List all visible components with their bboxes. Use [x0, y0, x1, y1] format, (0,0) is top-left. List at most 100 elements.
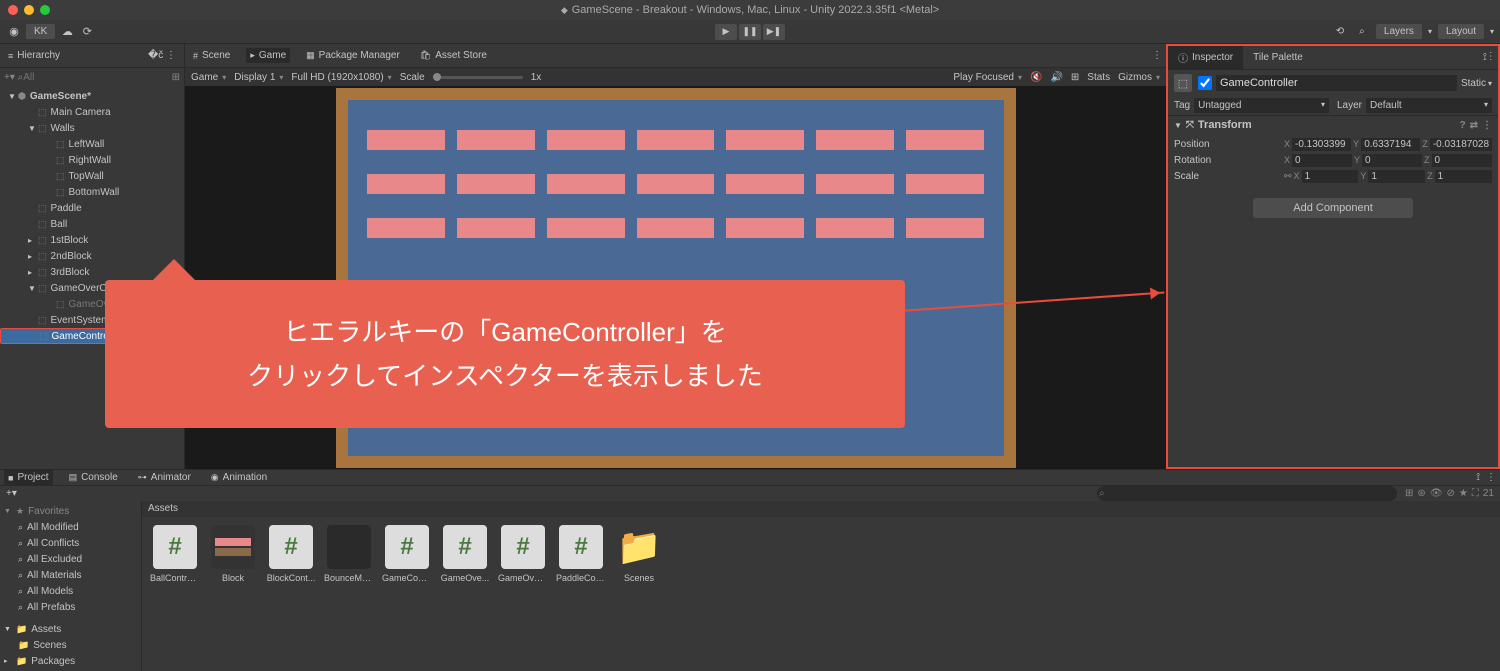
- tab-game[interactable]: ▸Game: [246, 48, 290, 63]
- scale-z-field[interactable]: 1: [1435, 170, 1492, 183]
- hierarchy-item[interactable]: ⬚BottomWall: [0, 184, 184, 200]
- favorite-item[interactable]: ⌕All Prefabs: [0, 599, 141, 615]
- step-button[interactable]: ▶❚: [763, 24, 785, 40]
- hierarchy-item[interactable]: ⬚Ball: [0, 216, 184, 232]
- hierarchy-item[interactable]: ⬚LeftWall: [0, 136, 184, 152]
- tab-animation[interactable]: ◉Animation: [207, 470, 271, 485]
- help-icon[interactable]: ?: [1460, 120, 1466, 131]
- favorite-item[interactable]: ⌕All Models: [0, 583, 141, 599]
- asset-item[interactable]: #BlockCont...: [266, 525, 316, 583]
- aspect-icon[interactable]: ⊞: [1071, 72, 1079, 83]
- asset-item[interactable]: 📁Scenes: [614, 525, 664, 583]
- rotation-y-field[interactable]: 0: [1362, 154, 1422, 167]
- hierarchy-tab[interactable]: ≡ Hierarchy �č ⋮: [0, 44, 184, 68]
- lock-icon[interactable]: ⟟: [1476, 472, 1480, 483]
- vcs-icon[interactable]: ⛶: [1472, 488, 1479, 499]
- audio-icon[interactable]: 🔊: [1050, 72, 1062, 83]
- constrain-icon[interactable]: ⚯: [1284, 171, 1292, 182]
- hierarchy-item[interactable]: ⬚TopWall: [0, 168, 184, 184]
- assets-folder[interactable]: ▼📁Assets: [0, 621, 141, 637]
- project-search-input[interactable]: [1097, 486, 1397, 501]
- close-icon[interactable]: [8, 5, 18, 15]
- position-z-field[interactable]: -0.03187028: [1430, 138, 1492, 151]
- tab-package-manager[interactable]: ▦Package Manager: [302, 48, 404, 63]
- account-icon[interactable]: ◉: [6, 25, 22, 38]
- stats-button[interactable]: Stats: [1087, 72, 1110, 83]
- rotation-z-field[interactable]: 0: [1432, 154, 1493, 167]
- gizmos-dropdown[interactable]: Gizmos: [1118, 72, 1160, 83]
- layer-dropdown[interactable]: Default: [1366, 98, 1492, 113]
- play-focused-dropdown[interactable]: Play Focused: [953, 72, 1022, 83]
- asset-item[interactable]: #PaddleCon...: [556, 525, 606, 583]
- tab-inspector[interactable]: ⓘInspector: [1168, 46, 1243, 69]
- project-breadcrumb[interactable]: Assets: [142, 501, 1500, 517]
- resolution-dropdown[interactable]: Full HD (1920x1080): [291, 72, 391, 83]
- scale-x-field[interactable]: 1: [1302, 170, 1359, 183]
- hierarchy-search-input[interactable]: [23, 72, 171, 83]
- hierarchy-item[interactable]: ▼⬚Walls: [0, 120, 184, 136]
- menu-icon[interactable]: ⋮: [1482, 120, 1492, 131]
- display-dropdown[interactable]: Display 1: [234, 72, 283, 83]
- position-x-field[interactable]: -0.1303399: [1292, 138, 1351, 151]
- scale-y-field[interactable]: 1: [1368, 170, 1425, 183]
- tag-dropdown[interactable]: Untagged: [1194, 98, 1329, 113]
- preset-icon[interactable]: ⇄: [1470, 120, 1478, 131]
- asset-item[interactable]: Block: [208, 525, 258, 583]
- asset-item[interactable]: #BallControl...: [150, 525, 200, 583]
- gameobject-name-field[interactable]: GameController: [1216, 75, 1457, 91]
- lock-icon[interactable]: �č ⋮: [148, 50, 176, 61]
- game-mode-dropdown[interactable]: Game: [191, 72, 226, 83]
- minimize-icon[interactable]: [24, 5, 34, 15]
- play-button[interactable]: ▶: [715, 24, 737, 40]
- lock-icon[interactable]: ⟟ ⋮: [1477, 52, 1498, 63]
- menu-icon[interactable]: ⋮: [1486, 472, 1496, 483]
- layout-dropdown[interactable]: Layout: [1438, 24, 1484, 39]
- tab-console[interactable]: ▤Console: [65, 470, 122, 485]
- asset-item[interactable]: #GameOve...: [440, 525, 490, 583]
- mute-icon[interactable]: 🔇: [1030, 72, 1042, 83]
- favorite-item[interactable]: ⌕All Modified: [0, 519, 141, 535]
- tab-scene[interactable]: #Scene: [189, 48, 234, 63]
- filter-icon[interactable]: ⊞: [172, 72, 180, 83]
- hierarchy-item[interactable]: ⬚RightWall: [0, 152, 184, 168]
- packages-folder[interactable]: ▸📁Packages: [0, 653, 141, 669]
- tab-project[interactable]: ■Project: [4, 470, 53, 485]
- hidden-icon[interactable]: ⊘: [1447, 488, 1455, 499]
- favorites-header[interactable]: ▼★Favorites: [0, 503, 141, 519]
- star-icon[interactable]: ★: [1459, 488, 1468, 499]
- account-dropdown[interactable]: KK: [26, 24, 55, 39]
- menu-icon[interactable]: ⋮: [1152, 50, 1162, 61]
- asset-item[interactable]: BounceMa...: [324, 525, 374, 583]
- rotation-x-field[interactable]: 0: [1292, 154, 1352, 167]
- search-icon[interactable]: ⌕: [1354, 26, 1370, 37]
- tag-icon[interactable]: ⊛: [1417, 488, 1425, 499]
- gameobject-icon[interactable]: ⬚: [1174, 74, 1192, 92]
- pause-button[interactable]: ❚❚: [739, 24, 761, 40]
- undo-icon[interactable]: ⟲: [1332, 26, 1348, 37]
- eye-icon[interactable]: 👁: [1430, 488, 1443, 499]
- tab-tile-palette[interactable]: Tile Palette: [1243, 48, 1313, 67]
- scene-root[interactable]: ▼⬢ GameScene*: [0, 88, 184, 104]
- favorite-item[interactable]: ⌕All Conflicts: [0, 535, 141, 551]
- scale-slider[interactable]: [433, 76, 523, 79]
- add-icon[interactable]: +▾: [6, 488, 17, 499]
- maximize-icon[interactable]: [40, 5, 50, 15]
- filter-icon[interactable]: ⊞: [1405, 488, 1413, 499]
- tab-asset-store[interactable]: 🛍Asset Store: [416, 48, 491, 63]
- tab-animator[interactable]: ⊶Animator: [134, 470, 195, 485]
- folder-item[interactable]: 📁Scenes: [0, 637, 141, 653]
- asset-item[interactable]: #GameOver...: [498, 525, 548, 583]
- favorite-item[interactable]: ⌕All Materials: [0, 567, 141, 583]
- position-y-field[interactable]: 0.6337194: [1361, 138, 1420, 151]
- favorite-item[interactable]: ⌕All Excluded: [0, 551, 141, 567]
- cloud-icon[interactable]: ☁: [59, 25, 75, 38]
- active-checkbox[interactable]: [1198, 76, 1212, 90]
- add-icon[interactable]: +▾: [4, 72, 15, 83]
- layers-dropdown[interactable]: Layers: [1376, 24, 1422, 39]
- add-component-button[interactable]: Add Component: [1253, 198, 1413, 218]
- transform-header[interactable]: ▼ ⤧ Transform ?⇄⋮: [1168, 116, 1498, 134]
- version-control-icon[interactable]: ⟳: [79, 25, 95, 38]
- static-dropdown[interactable]: Static▾: [1461, 78, 1492, 89]
- asset-item[interactable]: #GameCont...: [382, 525, 432, 583]
- hierarchy-item[interactable]: ⬚Main Camera: [0, 104, 184, 120]
